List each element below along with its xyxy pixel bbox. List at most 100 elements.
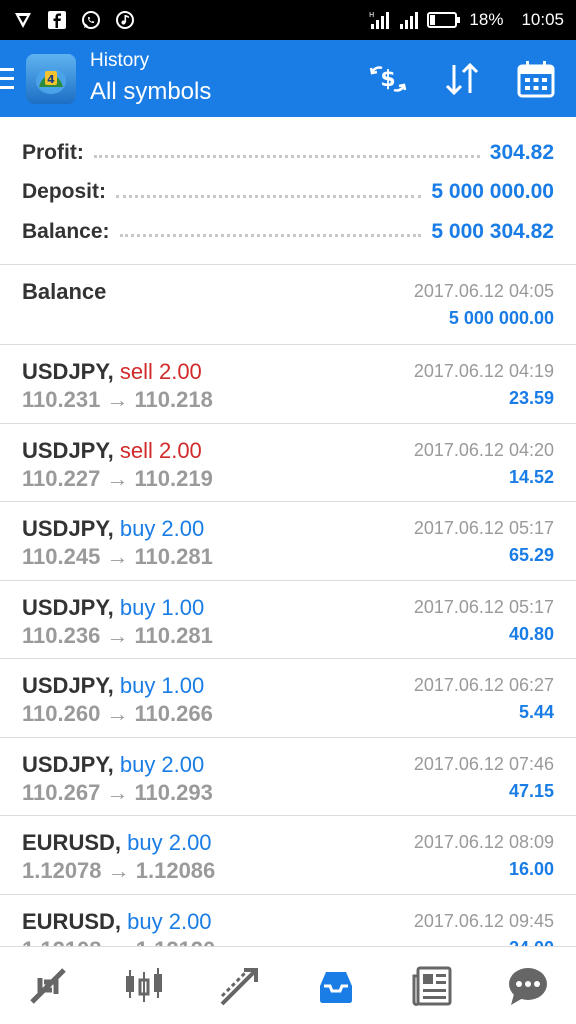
deal-profit: 14.52 xyxy=(508,466,554,487)
deal-row[interactable]: USDJPY, sell 2.00 110.231 → 110.218 2017… xyxy=(0,345,576,424)
quotes-icon xyxy=(30,967,66,1004)
deal-action: buy 2.00 xyxy=(119,516,205,541)
deal-prices: 110.236 → 110.281 xyxy=(22,622,213,648)
deal-row[interactable]: USDJPY, buy 1.00 110.236 → 110.281 2017.… xyxy=(0,581,576,659)
exchange-dollar-icon: $ xyxy=(369,65,407,92)
deal-prices: 110.267 → 110.293 xyxy=(22,779,213,805)
dotted-leader xyxy=(93,155,480,159)
deal-time: 2017.06.12 07:46 xyxy=(413,753,554,774)
deal-time: 2017.06.12 05:17 xyxy=(413,518,554,538)
deal-prices: 1.12078 → 1.12086 xyxy=(22,858,216,883)
music-icon xyxy=(114,9,136,31)
deal-symbol: USDJPY, xyxy=(22,516,114,541)
svg-text:4: 4 xyxy=(47,73,55,86)
nav-chart[interactable] xyxy=(114,956,174,1016)
symbol-filter[interactable]: All symbols xyxy=(90,76,211,108)
balance-title: Balance xyxy=(22,279,107,304)
history-summary: Profit: 304.82 Deposit: 5 000 000.00 Bal… xyxy=(0,117,576,265)
summary-label: Profit: xyxy=(22,140,84,164)
deal-row[interactable]: EURUSD, buy 2.00 1.12078 → 1.12086 2017.… xyxy=(0,816,576,895)
deal-prices: 1.12108 → 1.12120 xyxy=(22,937,215,947)
deal-profit: 40.80 xyxy=(508,623,554,644)
summary-profit: Profit: 304.82 xyxy=(22,133,554,173)
deal-time: 2017.06.12 04:19 xyxy=(413,361,554,381)
deal-row[interactable]: EURUSD, buy 2.00 1.12108 → 1.12120 2017.… xyxy=(0,895,576,947)
calendar-icon xyxy=(517,60,555,97)
battery-percent: 18% xyxy=(469,10,504,29)
history-icon xyxy=(320,971,352,1003)
dotted-leader xyxy=(116,194,422,198)
balance-entry[interactable]: Balance 2017.06.12 04:05 5 000 000.00 xyxy=(0,265,576,345)
nav-history[interactable] xyxy=(306,956,366,1016)
deal-symbol: EURUSD, xyxy=(22,830,122,855)
deal-symbol: USDJPY, xyxy=(22,673,114,698)
deal-prices: 110.227 → 110.219 xyxy=(22,465,213,491)
summary-value: 5 000 000.00 xyxy=(431,180,554,204)
deal-profit: 47.15 xyxy=(508,780,554,801)
summary-label: Deposit: xyxy=(22,180,106,204)
chart-icon xyxy=(126,967,162,1002)
app-title: History xyxy=(90,49,150,71)
deal-profit: 23.59 xyxy=(508,388,554,408)
facebook-icon xyxy=(46,9,68,31)
period-button[interactable] xyxy=(516,59,556,99)
trade-icon xyxy=(220,967,258,1005)
summary-value: 5 000 304.82 xyxy=(431,219,554,243)
whatsapp-icon xyxy=(80,9,102,31)
deal-profit: 5.44 xyxy=(518,702,554,722)
deal-profit: 16.00 xyxy=(508,859,554,879)
deal-symbol: USDJPY, xyxy=(22,437,114,463)
deal-action: buy 1.00 xyxy=(119,594,205,620)
clock: 10:05 xyxy=(521,10,564,29)
nav-quotes[interactable] xyxy=(18,956,78,1016)
deal-profit: 24.00 xyxy=(414,938,554,947)
summary-label: Balance: xyxy=(22,219,110,243)
deal-symbol: USDJPY, xyxy=(22,594,114,620)
deal-row[interactable]: USDJPY, sell 2.00 110.227 → 110.219 2017… xyxy=(0,424,576,502)
status-bar: H 18% 10:05 xyxy=(0,0,576,40)
deal-row[interactable]: USDJPY, buy 2.00 110.245 → 110.281 2017.… xyxy=(0,502,576,581)
signal-1-icon: H xyxy=(369,10,391,30)
app-bar: 4 History All symbols $ xyxy=(0,40,576,117)
nav-news[interactable] xyxy=(402,956,462,1016)
dotted-leader xyxy=(119,234,422,238)
deal-time: 2017.06.12 04:05 xyxy=(413,281,554,301)
sort-button[interactable] xyxy=(442,59,482,99)
system-status: H 18% 10:05 xyxy=(369,10,564,30)
svg-text:$: $ xyxy=(380,67,395,92)
vpn-shield-icon xyxy=(12,9,34,31)
menu-button[interactable] xyxy=(0,40,20,117)
deal-prices: 110.245 → 110.281 xyxy=(22,544,213,569)
nav-chat[interactable] xyxy=(498,956,558,1016)
deal-symbol: USDJPY, xyxy=(22,751,114,777)
chat-icon xyxy=(509,967,547,1005)
deal-profit: 65.29 xyxy=(508,545,554,565)
deal-action: buy 2.00 xyxy=(127,908,212,934)
deal-action: buy 1.00 xyxy=(119,673,205,698)
deal-time: 2017.06.12 08:09 xyxy=(413,832,554,852)
summary-value: 304.82 xyxy=(489,140,554,164)
bottom-navigation xyxy=(0,946,576,1024)
balance-amount: 5 000 000.00 xyxy=(448,308,554,328)
deal-time: 2017.06.12 05:17 xyxy=(413,596,554,617)
deal-time: 2017.06.12 06:27 xyxy=(413,675,554,695)
battery-icon xyxy=(427,11,461,29)
deals-list[interactable]: Balance 2017.06.12 04:05 5 000 000.00 US… xyxy=(0,265,576,946)
nav-trade[interactable] xyxy=(210,956,270,1016)
menu-icon xyxy=(0,68,14,71)
deal-symbol: USDJPY, xyxy=(22,359,114,384)
deal-symbol: EURUSD, xyxy=(22,908,122,934)
deal-prices: 110.231 → 110.218 xyxy=(22,387,213,412)
deal-prices: 110.260 → 110.266 xyxy=(22,701,213,726)
sort-arrows-icon xyxy=(445,62,479,95)
notification-icons xyxy=(12,9,136,31)
deal-action: sell 2.00 xyxy=(119,359,202,384)
deal-action: sell 2.00 xyxy=(119,437,202,463)
deal-action: buy 2.00 xyxy=(119,751,205,777)
metatrader-logo-icon: 4 xyxy=(26,53,76,104)
deposit-withdrawal-button[interactable]: $ xyxy=(368,59,408,99)
summary-balance: Balance: 5 000 304.82 xyxy=(22,212,554,252)
deal-row[interactable]: USDJPY, buy 2.00 110.267 → 110.293 2017.… xyxy=(0,738,576,816)
deal-time: 2017.06.12 04:20 xyxy=(413,439,554,460)
deal-row[interactable]: USDJPY, buy 1.00 110.260 → 110.266 2017.… xyxy=(0,659,576,738)
